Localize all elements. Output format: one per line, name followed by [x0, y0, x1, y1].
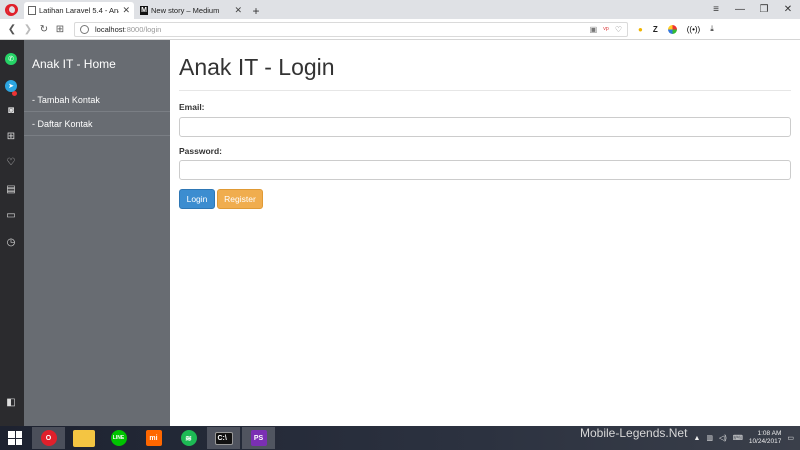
url-path: :8000/login	[124, 24, 162, 34]
extension-icons: ● Z ((•)) ⤓	[638, 24, 714, 34]
tab-title: New story – Medium	[151, 6, 220, 15]
tab-medium[interactable]: M New story – Medium ✕	[136, 2, 246, 19]
clock-time: 1:08 AM	[757, 430, 782, 437]
app-sidebar: Anak IT - Home - Tambah Kontak - Daftar …	[24, 40, 170, 426]
minimize-button[interactable]: —	[728, 4, 752, 15]
z-extension-icon[interactable]: Z	[653, 25, 658, 34]
document-icon	[28, 6, 36, 15]
tab-latihan-laravel[interactable]: Latihan Laravel 5.4 - Anak ✕	[24, 2, 134, 19]
spotify-icon: ≋	[180, 430, 197, 446]
snapshot-icon[interactable]: ▣	[590, 25, 598, 34]
opera-sidebar: ✆ ➤ ◙ ⊞ ♡ ▤ ▭ ◷ ◧	[0, 40, 24, 426]
start-button[interactable]	[0, 426, 30, 450]
watermark: Mobile-Legends.Net	[580, 426, 688, 440]
network-icon[interactable]: ▥	[706, 434, 713, 442]
back-button[interactable]: ❮	[4, 24, 20, 35]
restore-button[interactable]: ❐	[752, 4, 776, 15]
medium-icon: M	[140, 6, 148, 15]
volume-icon[interactable]: ◁)	[719, 434, 727, 442]
divider	[179, 90, 791, 91]
close-window-button[interactable]: ✕	[776, 4, 800, 15]
camera-icon[interactable]: ◙	[5, 104, 17, 116]
taskbar-mi[interactable]: mi	[137, 427, 170, 449]
email-label: Email:	[179, 102, 205, 112]
whatsapp-icon[interactable]: ✆	[5, 53, 17, 65]
color-wheel-icon[interactable]	[667, 24, 677, 34]
vpn-icon[interactable]: ᵛᵖ	[603, 25, 609, 34]
history-clock-icon[interactable]: ◷	[5, 236, 17, 248]
sidebar-toggle-icon[interactable]: ◧	[5, 396, 17, 408]
web-page: Anak IT - Home - Tambah Kontak - Daftar …	[24, 40, 800, 426]
opera-menu-icon[interactable]	[5, 4, 17, 16]
phpstorm-icon: PS	[250, 430, 267, 446]
telegram-icon[interactable]: ➤	[5, 80, 17, 92]
taskbar-spotify[interactable]: ≋	[172, 427, 205, 449]
reload-button[interactable]: ↻	[36, 24, 52, 35]
clock[interactable]: 1:08 AM 10/24/2017	[749, 430, 782, 446]
taskbar-line[interactable]: LINE	[102, 427, 135, 449]
page-title: Anak IT - Login	[179, 54, 335, 80]
opera-icon: O	[40, 430, 57, 446]
radio-icon[interactable]: ((•))	[687, 25, 700, 34]
close-tab-icon[interactable]: ✕	[122, 5, 130, 16]
password-label: Password:	[179, 146, 222, 156]
folder-icon	[72, 429, 95, 447]
window-controls: ≡ — ❐ ✕	[704, 0, 800, 19]
heart-icon[interactable]: ♡	[5, 156, 17, 168]
tab-title: Latihan Laravel 5.4 - Anak	[39, 6, 120, 15]
news-icon[interactable]: ▤	[5, 183, 17, 195]
clock-date: 10/24/2017	[748, 438, 782, 445]
command-prompt-icon: C:\	[214, 431, 233, 445]
notifications-icon[interactable]: ▭	[787, 434, 794, 442]
url-host: localhost	[95, 24, 125, 34]
speed-dial-grid-icon[interactable]: ⊞	[5, 130, 17, 142]
download-icon[interactable]: ⤓	[710, 24, 714, 34]
url-actions: ▣ ᵛᵖ ♡	[590, 25, 622, 34]
keyboard-icon[interactable]: ⌨	[733, 434, 743, 442]
register-button[interactable]: Register	[217, 189, 263, 209]
globe-icon	[80, 24, 89, 34]
heart-icon[interactable]: ♡	[615, 25, 622, 34]
system-tray: ▲ ▥ ◁) ⌨ 1:08 AM 10/24/2017 ▭	[693, 426, 794, 450]
speed-dial-icon[interactable]: ⊞	[52, 24, 68, 35]
login-button[interactable]: Login	[179, 189, 215, 209]
login-panel: Anak IT - Login Email: Password: Login R…	[170, 40, 800, 426]
address-bar-row: ❮ ❯ ↻ ⊞ localhost:8000/login ▣ ᵛᵖ ♡ ● Z …	[0, 19, 800, 40]
taskbar-command-prompt[interactable]: C:\	[207, 427, 240, 449]
mi-icon: mi	[145, 430, 162, 446]
taskbar-phpstorm[interactable]: PS	[242, 427, 275, 449]
browser-tab-strip: Latihan Laravel 5.4 - Anak ✕ M New story…	[0, 0, 800, 19]
sidebar-item-tambah-kontak[interactable]: - Tambah Kontak	[24, 88, 170, 112]
taskbar-opera[interactable]: O	[32, 427, 65, 449]
notification-dot	[12, 91, 17, 96]
line-icon: LINE	[110, 430, 127, 446]
windows-logo-icon	[8, 431, 22, 445]
url-field[interactable]: localhost:8000/login ▣ ᵛᵖ ♡	[74, 21, 628, 37]
forward-button[interactable]: ❯	[20, 24, 36, 35]
sidebar-item-daftar-kontak[interactable]: - Daftar Kontak	[24, 112, 170, 136]
chevron-up-icon[interactable]: ▲	[693, 435, 700, 442]
screen: Latihan Laravel 5.4 - Anak ✕ M New story…	[0, 0, 800, 450]
brand-link[interactable]: Anak IT - Home	[32, 57, 116, 71]
password-field[interactable]	[179, 160, 791, 180]
email-field[interactable]	[179, 117, 791, 137]
tab-menu-icon[interactable]: ≡	[704, 4, 728, 15]
new-tab-button[interactable]: +	[248, 2, 264, 19]
taskbar-file-explorer[interactable]	[67, 427, 100, 449]
lightbulb-icon[interactable]: ●	[638, 25, 643, 34]
tabs-icon[interactable]: ▭	[5, 209, 17, 221]
close-tab-icon[interactable]: ✕	[234, 5, 242, 16]
